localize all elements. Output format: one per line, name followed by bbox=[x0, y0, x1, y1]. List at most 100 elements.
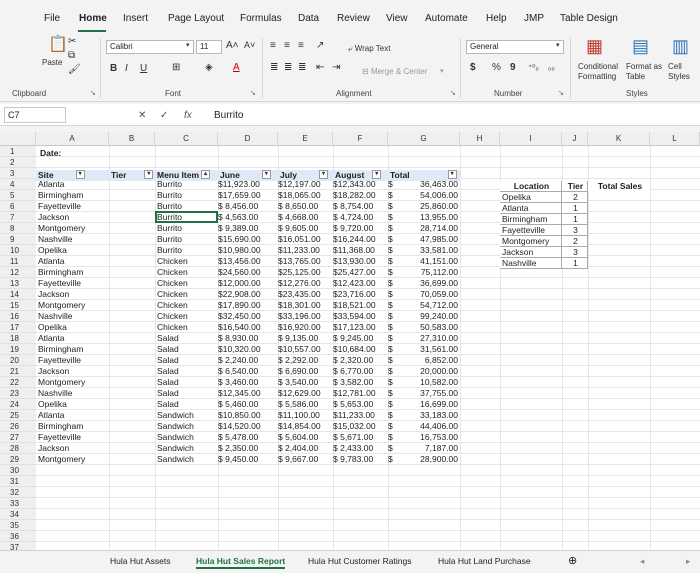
total-currency-cell[interactable]: $ bbox=[388, 267, 402, 278]
row-header[interactable]: 33 bbox=[0, 498, 36, 509]
july-cell[interactable]: $16,051.00 bbox=[278, 234, 333, 245]
select-all-corner[interactable] bbox=[0, 132, 36, 146]
menu-item-cell[interactable]: Chicken bbox=[157, 278, 217, 289]
format-as-table-button[interactable]: Format as Table bbox=[626, 62, 666, 82]
menu-item-cell[interactable]: Sandwich bbox=[157, 454, 217, 465]
june-cell[interactable]: $12,000.00 bbox=[218, 278, 278, 289]
row-header[interactable]: 19 bbox=[0, 344, 36, 355]
font-size-select[interactable]: 11 bbox=[196, 40, 222, 54]
august-cell[interactable]: $ 2,433.00 bbox=[333, 443, 388, 454]
bold-button[interactable]: B bbox=[110, 63, 117, 74]
july-cell[interactable]: $ 9,135.00 bbox=[278, 333, 333, 344]
site-cell[interactable]: Montgomery bbox=[38, 454, 108, 465]
cancel-icon[interactable]: ✕ bbox=[138, 110, 146, 121]
row-header[interactable]: 30 bbox=[0, 465, 36, 476]
row-header[interactable]: 22 bbox=[0, 377, 36, 388]
total-currency-cell[interactable]: $ bbox=[388, 289, 402, 300]
row-header[interactable]: 37 bbox=[0, 542, 36, 550]
grow-font-icon[interactable]: A˄ bbox=[226, 40, 239, 51]
row-header[interactable]: 11 bbox=[0, 256, 36, 267]
menu-item-cell[interactable]: Chicken bbox=[157, 256, 217, 267]
july-cell[interactable]: $ 4,668.00 bbox=[278, 212, 333, 223]
menu-item-cell[interactable]: Salad bbox=[157, 388, 217, 399]
august-cell[interactable]: $16,244.00 bbox=[333, 234, 388, 245]
date-label[interactable]: Date: bbox=[40, 148, 61, 159]
number-launcher-icon[interactable]: ↘ bbox=[558, 89, 564, 97]
menu-item-cell[interactable]: Sandwich bbox=[157, 421, 217, 432]
row-header[interactable]: 4 bbox=[0, 179, 36, 190]
site-cell[interactable]: Jackson bbox=[38, 212, 108, 223]
total-cell[interactable]: 50,583.00 bbox=[402, 322, 458, 333]
menu-item-cell[interactable]: Salad bbox=[157, 344, 217, 355]
lookup-tier-cell[interactable]: 3 bbox=[562, 247, 588, 258]
total-currency-cell[interactable]: $ bbox=[388, 377, 402, 388]
site-cell[interactable]: Jackson bbox=[38, 443, 108, 454]
lookup-header-tier[interactable]: Tier bbox=[562, 181, 588, 192]
total-cell[interactable]: 47,985.00 bbox=[402, 234, 458, 245]
tab-review[interactable]: Review bbox=[337, 13, 370, 24]
row-header[interactable]: 2 bbox=[0, 157, 36, 168]
august-cell[interactable]: $11,233.00 bbox=[333, 410, 388, 421]
format-painter-icon[interactable]: 🖌 bbox=[68, 64, 81, 75]
header-site[interactable]: Site ▾ bbox=[36, 170, 109, 181]
row-header[interactable]: 36 bbox=[0, 531, 36, 542]
august-cell[interactable]: $ 6,770.00 bbox=[333, 366, 388, 377]
site-cell[interactable]: Birmingham bbox=[38, 267, 108, 278]
june-cell[interactable]: $10,980.00 bbox=[218, 245, 278, 256]
june-cell[interactable]: $ 8,456.00 bbox=[218, 201, 278, 212]
lookup-tier-cell[interactable]: 1 bbox=[562, 203, 588, 214]
site-cell[interactable]: Atlanta bbox=[38, 333, 108, 344]
july-cell[interactable]: $18,065.00 bbox=[278, 190, 333, 201]
column-header[interactable]: D bbox=[218, 132, 278, 146]
august-cell[interactable]: $25,427.00 bbox=[333, 267, 388, 278]
total-cell[interactable]: 54,006.00 bbox=[402, 190, 458, 201]
site-cell[interactable]: Atlanta bbox=[38, 256, 108, 267]
lookup-tier-cell[interactable]: 2 bbox=[562, 192, 588, 203]
site-cell[interactable]: Fayetteville bbox=[38, 201, 108, 212]
menu-item-cell[interactable]: Sandwich bbox=[157, 443, 217, 454]
font-name-select[interactable]: Calibri bbox=[106, 40, 194, 54]
column-header[interactable]: A bbox=[36, 132, 109, 146]
menu-item-cell[interactable]: Chicken bbox=[157, 322, 217, 333]
font-color-icon[interactable]: A bbox=[233, 62, 240, 73]
june-cell[interactable]: $ 9,389.00 bbox=[218, 223, 278, 234]
row-header[interactable]: 15 bbox=[0, 300, 36, 311]
menu-item-cell[interactable]: Salad bbox=[157, 399, 217, 410]
site-cell[interactable]: Fayetteville bbox=[38, 432, 108, 443]
header-august[interactable]: August ▾ bbox=[333, 170, 388, 181]
row-header[interactable]: 14 bbox=[0, 289, 36, 300]
total-currency-cell[interactable]: $ bbox=[388, 256, 402, 267]
row-header[interactable]: 28 bbox=[0, 443, 36, 454]
scroll-left-icon[interactable]: ◂ bbox=[640, 556, 644, 567]
total-currency-cell[interactable]: $ bbox=[388, 223, 402, 234]
july-cell[interactable]: $12,276.00 bbox=[278, 278, 333, 289]
number-format-select[interactable]: General bbox=[466, 40, 564, 54]
menu-item-cell[interactable]: Salad bbox=[157, 366, 217, 377]
june-cell[interactable]: $17,890.00 bbox=[218, 300, 278, 311]
july-cell[interactable]: $ 3,540.00 bbox=[278, 377, 333, 388]
decrease-indent-icon[interactable]: ⇤ bbox=[316, 62, 324, 73]
cell-styles-icon[interactable]: ▥ bbox=[672, 36, 689, 57]
total-currency-cell[interactable]: $ bbox=[388, 333, 402, 344]
august-cell[interactable]: $18,282.00 bbox=[333, 190, 388, 201]
site-cell[interactable]: Jackson bbox=[38, 289, 108, 300]
site-cell[interactable]: Montgomery bbox=[38, 377, 108, 388]
july-cell[interactable]: $ 9,605.00 bbox=[278, 223, 333, 234]
july-cell[interactable]: $33,196.00 bbox=[278, 311, 333, 322]
lookup-header-location[interactable]: Location bbox=[500, 181, 562, 192]
site-cell[interactable]: Opelika bbox=[38, 245, 108, 256]
header-menu-item[interactable]: Menu Item ▴ bbox=[155, 170, 218, 181]
filter-dropdown-icon[interactable]: ▾ bbox=[372, 170, 382, 179]
menu-item-cell[interactable]: Burrito bbox=[157, 245, 217, 256]
site-cell[interactable]: Birmingham bbox=[38, 190, 108, 201]
scroll-right-icon[interactable]: ▸ bbox=[686, 556, 690, 567]
june-cell[interactable]: $10,850.00 bbox=[218, 410, 278, 421]
format-as-table-icon[interactable]: ▤ bbox=[632, 36, 649, 57]
total-cell[interactable]: 36,699.00 bbox=[402, 278, 458, 289]
july-cell[interactable]: $ 2,404.00 bbox=[278, 443, 333, 454]
row-header[interactable]: 26 bbox=[0, 421, 36, 432]
total-cell[interactable]: 33,183.00 bbox=[402, 410, 458, 421]
tab-file[interactable]: File bbox=[44, 13, 60, 24]
row-header[interactable]: 29 bbox=[0, 454, 36, 465]
total-currency-cell[interactable]: $ bbox=[388, 234, 402, 245]
